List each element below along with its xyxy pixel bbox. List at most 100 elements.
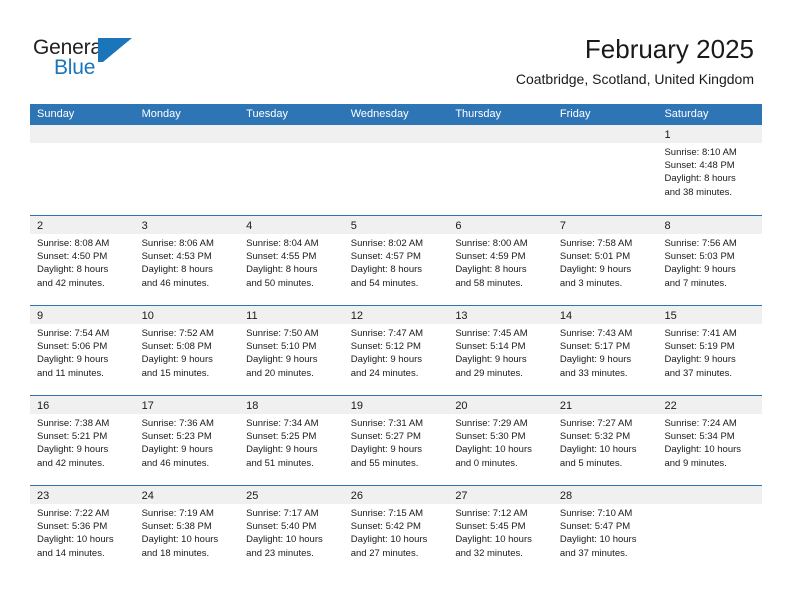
sunset-text: Sunset: 5:21 PM bbox=[37, 431, 108, 443]
calendar-empty-cell bbox=[343, 125, 449, 215]
daylight-text-line2: and 27 minutes. bbox=[350, 547, 419, 559]
weekday-header-monday: Monday bbox=[141, 108, 181, 120]
weekday-header-saturday: Saturday bbox=[664, 108, 709, 120]
day-number: 12 bbox=[350, 310, 363, 322]
sunrise-text: Sunrise: 8:04 AM bbox=[246, 238, 319, 249]
calendar-weeks: 1 Sunrise: 8:10 AM Sunset: 4:48 PM Daylight… bbox=[30, 125, 763, 575]
day-number-band: 6 bbox=[448, 216, 553, 234]
daylight-text-line1: Daylight: 8 hours bbox=[350, 264, 423, 276]
calendar-day-cell[interactable]: 27 Sunrise: 7:12 AM Sunset: 5:45 PM Dayligh… bbox=[448, 486, 553, 575]
daylight-text-line2: and 15 minutes. bbox=[141, 367, 210, 379]
calendar-day-cell[interactable]: 9 Sunrise: 7:54 AM Sunset: 5:06 PM Daylight… bbox=[30, 306, 135, 395]
calendar-day-cell[interactable]: 3 Sunrise: 8:06 AM Sunset: 4:53 PM Daylight… bbox=[134, 216, 240, 305]
daylight-text-line2: and 55 minutes. bbox=[350, 457, 419, 469]
calendar-day-cell[interactable]: 10 Sunrise: 7:52 AM Sunset: 5:08 PM Dayligh… bbox=[134, 306, 240, 395]
daylight-text-line1: Daylight: 9 hours bbox=[246, 354, 318, 366]
calendar-day-cell[interactable]: 2 Sunrise: 8:08 AM Sunset: 4:50 PM Daylight… bbox=[30, 216, 135, 305]
day-details: Sunrise: 7:17 AM Sunset: 5:40 PM Daylight:… bbox=[239, 504, 344, 560]
day-details: Sunrise: 7:41 AM Sunset: 5:19 PM Daylight:… bbox=[657, 324, 762, 380]
sunrise-text: Sunrise: 7:47 AM bbox=[350, 328, 424, 339]
brand-logo[interactable]: General Blue bbox=[33, 36, 143, 82]
calendar-day-cell[interactable]: 8 Sunrise: 7:56 AM Sunset: 5:03 PM Daylight… bbox=[657, 216, 763, 305]
day-number: 1 bbox=[664, 129, 671, 141]
daylight-text-line1: Daylight: 9 hours bbox=[559, 354, 632, 366]
sunset-text: Sunset: 5:25 PM bbox=[246, 431, 317, 443]
day-details: Sunrise: 7:36 AM Sunset: 5:23 PM Daylight:… bbox=[135, 414, 240, 470]
day-number: 25 bbox=[246, 490, 259, 502]
calendar-empty-cell bbox=[448, 125, 553, 215]
day-details: Sunrise: 8:00 AM Sunset: 4:59 PM Daylight:… bbox=[448, 234, 553, 290]
day-number: 8 bbox=[664, 220, 671, 232]
day-number-band: 16 bbox=[30, 396, 135, 414]
weekday-header-wednesday: Wednesday bbox=[350, 108, 409, 120]
sunrise-text: Sunrise: 7:45 AM bbox=[455, 328, 528, 339]
calendar-day-cell[interactable]: 7 Sunrise: 7:58 AM Sunset: 5:01 PM Daylight… bbox=[552, 216, 658, 305]
daylight-text-line1: Daylight: 10 hours bbox=[559, 444, 637, 456]
day-details: Sunrise: 7:31 AM Sunset: 5:27 PM Daylight:… bbox=[344, 414, 449, 470]
daylight-text-line1: Daylight: 9 hours bbox=[37, 444, 109, 456]
calendar-day-cell[interactable]: 23 Sunrise: 7:22 AM Sunset: 5:36 PM Dayligh… bbox=[30, 486, 135, 575]
calendar-day-cell[interactable]: 12 Sunrise: 7:47 AM Sunset: 5:12 PM Dayligh… bbox=[343, 306, 449, 395]
calendar-day-cell[interactable]: 22 Sunrise: 7:24 AM Sunset: 5:34 PM Dayligh… bbox=[657, 396, 763, 485]
day-details: Sunrise: 8:10 AM Sunset: 4:48 PM Daylight:… bbox=[657, 143, 762, 199]
calendar-day-cell[interactable]: 1 Sunrise: 8:10 AM Sunset: 4:48 PM Daylight… bbox=[657, 125, 763, 215]
daylight-text-line1: Daylight: 9 hours bbox=[37, 354, 109, 366]
calendar-week-row: 16 Sunrise: 7:38 AM Sunset: 5:21 PM Dayligh… bbox=[30, 395, 763, 485]
sunrise-text: Sunrise: 8:06 AM bbox=[141, 238, 214, 249]
daylight-text-line1: Daylight: 9 hours bbox=[141, 354, 213, 366]
sunset-text: Sunset: 5:47 PM bbox=[559, 521, 631, 533]
calendar-day-cell[interactable]: 6 Sunrise: 8:00 AM Sunset: 4:59 PM Daylight… bbox=[448, 216, 553, 305]
calendar-day-cell[interactable]: 19 Sunrise: 7:31 AM Sunset: 5:27 PM Dayligh… bbox=[343, 396, 449, 485]
calendar-day-cell[interactable]: 26 Sunrise: 7:15 AM Sunset: 5:42 PM Dayligh… bbox=[343, 486, 449, 575]
calendar-day-cell[interactable]: 18 Sunrise: 7:34 AM Sunset: 5:25 PM Dayligh… bbox=[239, 396, 344, 485]
calendar-day-cell[interactable]: 14 Sunrise: 7:43 AM Sunset: 5:17 PM Dayligh… bbox=[552, 306, 658, 395]
calendar-day-cell[interactable]: 17 Sunrise: 7:36 AM Sunset: 5:23 PM Dayligh… bbox=[134, 396, 240, 485]
sunrise-text: Sunrise: 7:50 AM bbox=[246, 328, 319, 339]
daylight-text-line1: Daylight: 9 hours bbox=[455, 354, 527, 366]
calendar-day-cell[interactable]: 4 Sunrise: 8:04 AM Sunset: 4:55 PM Daylight… bbox=[239, 216, 344, 305]
day-number: 11 bbox=[246, 310, 258, 322]
calendar-day-cell[interactable]: 16 Sunrise: 7:38 AM Sunset: 5:21 PM Dayligh… bbox=[30, 396, 135, 485]
day-number-band: 20 bbox=[448, 396, 553, 414]
sunset-text: Sunset: 5:30 PM bbox=[455, 431, 526, 443]
sunset-text: Sunset: 5:32 PM bbox=[559, 431, 631, 443]
calendar-day-cell[interactable]: 25 Sunrise: 7:17 AM Sunset: 5:40 PM Dayligh… bbox=[239, 486, 344, 575]
calendar-day-cell[interactable]: 13 Sunrise: 7:45 AM Sunset: 5:14 PM Dayligh… bbox=[448, 306, 553, 395]
day-number-band bbox=[134, 125, 240, 143]
logo-triangle bbox=[103, 38, 132, 62]
calendar-day-cell[interactable]: 28 Sunrise: 7:10 AM Sunset: 5:47 PM Dayligh… bbox=[552, 486, 658, 575]
calendar-day-cell[interactable]: 11 Sunrise: 7:50 AM Sunset: 5:10 PM Dayligh… bbox=[239, 306, 344, 395]
sunrise-text: Sunrise: 8:02 AM bbox=[350, 238, 424, 249]
calendar-day-cell[interactable]: 15 Sunrise: 7:41 AM Sunset: 5:19 PM Dayligh… bbox=[657, 306, 763, 395]
day-number-band: 22 bbox=[657, 396, 763, 414]
day-details: Sunrise: 8:02 AM Sunset: 4:57 PM Daylight:… bbox=[344, 234, 449, 290]
daylight-text-line2: and 0 minutes. bbox=[455, 457, 518, 469]
day-number-band bbox=[552, 125, 658, 143]
day-details: Sunrise: 7:34 AM Sunset: 5:25 PM Daylight:… bbox=[239, 414, 344, 470]
sunrise-text: Sunrise: 7:43 AM bbox=[559, 328, 633, 339]
sunset-text: Sunset: 4:59 PM bbox=[455, 251, 526, 263]
calendar-empty-cell bbox=[552, 125, 658, 215]
day-number-band: 21 bbox=[552, 396, 658, 414]
day-number: 14 bbox=[559, 310, 573, 322]
daylight-text-line2: and 9 minutes. bbox=[664, 457, 727, 469]
sunrise-text: Sunrise: 7:41 AM bbox=[664, 328, 737, 339]
day-number: 23 bbox=[37, 490, 50, 502]
daylight-text-line1: Daylight: 10 hours bbox=[246, 534, 323, 546]
sunset-text: Sunset: 5:10 PM bbox=[246, 341, 317, 353]
sunrise-text: Sunrise: 7:19 AM bbox=[141, 508, 214, 519]
sunset-text: Sunset: 5:12 PM bbox=[350, 341, 421, 353]
daylight-text-line2: and 29 minutes. bbox=[455, 367, 523, 379]
day-number: 17 bbox=[141, 400, 154, 412]
day-number-band: 1 bbox=[657, 125, 763, 143]
sunrise-text: Sunrise: 7:36 AM bbox=[141, 418, 214, 429]
calendar-day-cell[interactable]: 20 Sunrise: 7:29 AM Sunset: 5:30 PM Dayligh… bbox=[448, 396, 553, 485]
sunrise-text: Sunrise: 7:34 AM bbox=[246, 418, 319, 429]
calendar-day-cell[interactable]: 5 Sunrise: 8:02 AM Sunset: 4:57 PM Daylight… bbox=[343, 216, 449, 305]
sunset-text: Sunset: 5:17 PM bbox=[559, 341, 631, 353]
day-number: 26 bbox=[350, 490, 363, 502]
calendar-day-cell[interactable]: 24 Sunrise: 7:19 AM Sunset: 5:38 PM Dayligh… bbox=[134, 486, 240, 575]
day-number-band: 13 bbox=[448, 306, 553, 324]
calendar-day-cell[interactable]: 21 Sunrise: 7:27 AM Sunset: 5:32 PM Dayligh… bbox=[552, 396, 658, 485]
daylight-text-line2: and 37 minutes. bbox=[559, 547, 628, 559]
